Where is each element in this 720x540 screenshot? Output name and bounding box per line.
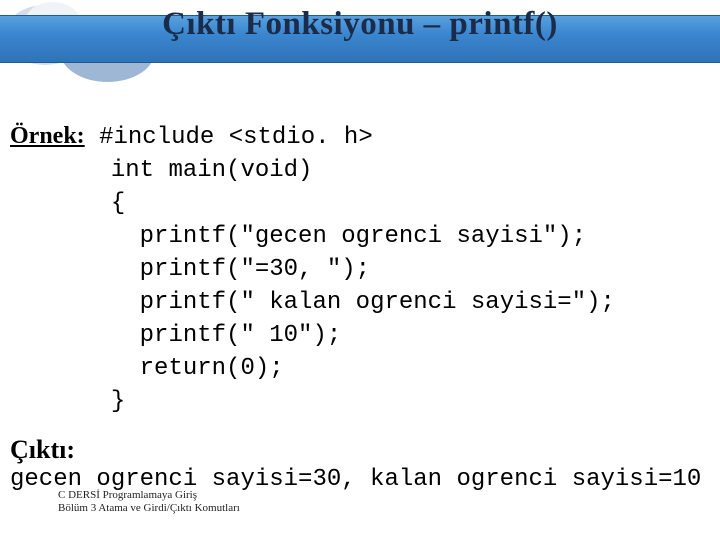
code-line: printf("gecen ogrenci sayisi"); [111, 223, 586, 250]
code-line: } [111, 388, 125, 415]
code-line: printf(" 10"); [111, 322, 341, 349]
code-line: { [111, 190, 125, 217]
code-line: printf("=30, "); [111, 256, 370, 283]
footer-line-1: C DERSİ Programlamaya Giriş [58, 489, 240, 502]
code-line: return(0); [111, 355, 284, 382]
output-label: Çıktı: [10, 435, 75, 465]
footer: C DERSİ Programlamaya Giriş Bölüm 3 Atam… [58, 489, 240, 515]
example-block: Örnek: #include <stdio. h> int main(void… [10, 120, 710, 418]
code-line: int main(void) [111, 157, 313, 184]
slide-page: Çıktı Fonksiyonu – printf() Örnek: #incl… [0, 0, 720, 540]
code-line: printf(" kalan ogrenci sayisi="); [111, 289, 615, 316]
slide-title: Çıktı Fonksiyonu – printf() [0, 6, 720, 43]
example-label: Örnek: [10, 123, 85, 149]
code-line: #include <stdio. h> [99, 124, 373, 151]
footer-line-2: Bölüm 3 Atama ve Girdi/Çıktı Komutları [58, 502, 240, 515]
